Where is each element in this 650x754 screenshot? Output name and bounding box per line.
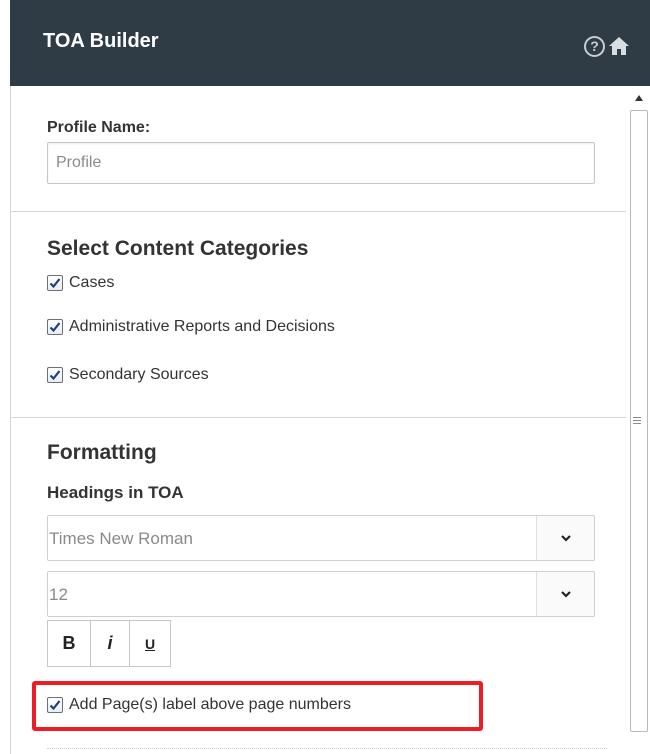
font-size-select-value: 12 [49,585,68,604]
home-icon[interactable] [608,35,630,57]
category-secondary-sources-checkbox-row[interactable]: Secondary Sources [47,364,209,386]
checkbox-checked[interactable] [47,275,63,291]
category-label: Administrative Reports and Decisions [69,318,335,335]
font-size-select[interactable]: 12 [47,571,595,617]
panel-title: TOA Builder [43,30,159,52]
dotted-separator [47,748,607,749]
font-family-select[interactable]: Times New Roman [47,515,595,561]
formatting-title: Formatting [47,441,157,464]
category-label: Secondary Sources [69,366,209,383]
headings-in-toa-label: Headings in TOA [47,483,184,502]
content-categories-title: Select Content Categories [47,237,309,260]
underline-button[interactable]: U [129,620,171,667]
section-divider [11,417,626,418]
section-divider [11,211,626,212]
checkmark-icon [49,278,61,289]
chevron-down-icon [561,591,571,598]
text-style-button-group: B i U [47,620,171,667]
scrollbar-grip-icon [633,417,643,426]
scrollbar-thumb[interactable] [630,110,648,732]
help-circle-icon[interactable]: ? [584,36,605,57]
category-cases-checkbox-row[interactable]: Cases [47,272,114,294]
category-admin-reports-checkbox-row[interactable]: Administrative Reports and Decisions [47,316,335,338]
vertical-scrollbar[interactable] [626,86,650,754]
bold-button[interactable]: B [47,620,91,667]
toa-builder-panel: Profile Name: Select Content Categories … [10,86,626,754]
chevron-down-icon [561,535,571,542]
checkmark-icon [49,370,61,381]
scroll-up-arrow-icon[interactable] [635,95,643,101]
font-family-select-toggle[interactable] [536,516,594,560]
profile-name-label: Profile Name: [47,119,151,136]
category-label: Cases [69,274,115,291]
checkbox-checked[interactable] [47,367,63,383]
italic-button[interactable]: i [90,620,130,667]
profile-name-input[interactable] [47,142,595,184]
toa-builder-header: TOA Builder ? [10,0,650,86]
highlight-annotation-box [32,681,483,731]
font-size-select-toggle[interactable] [536,572,594,616]
font-family-select-value: Times New Roman [49,529,193,548]
checkbox-checked[interactable] [47,319,63,335]
checkmark-icon [49,322,61,333]
